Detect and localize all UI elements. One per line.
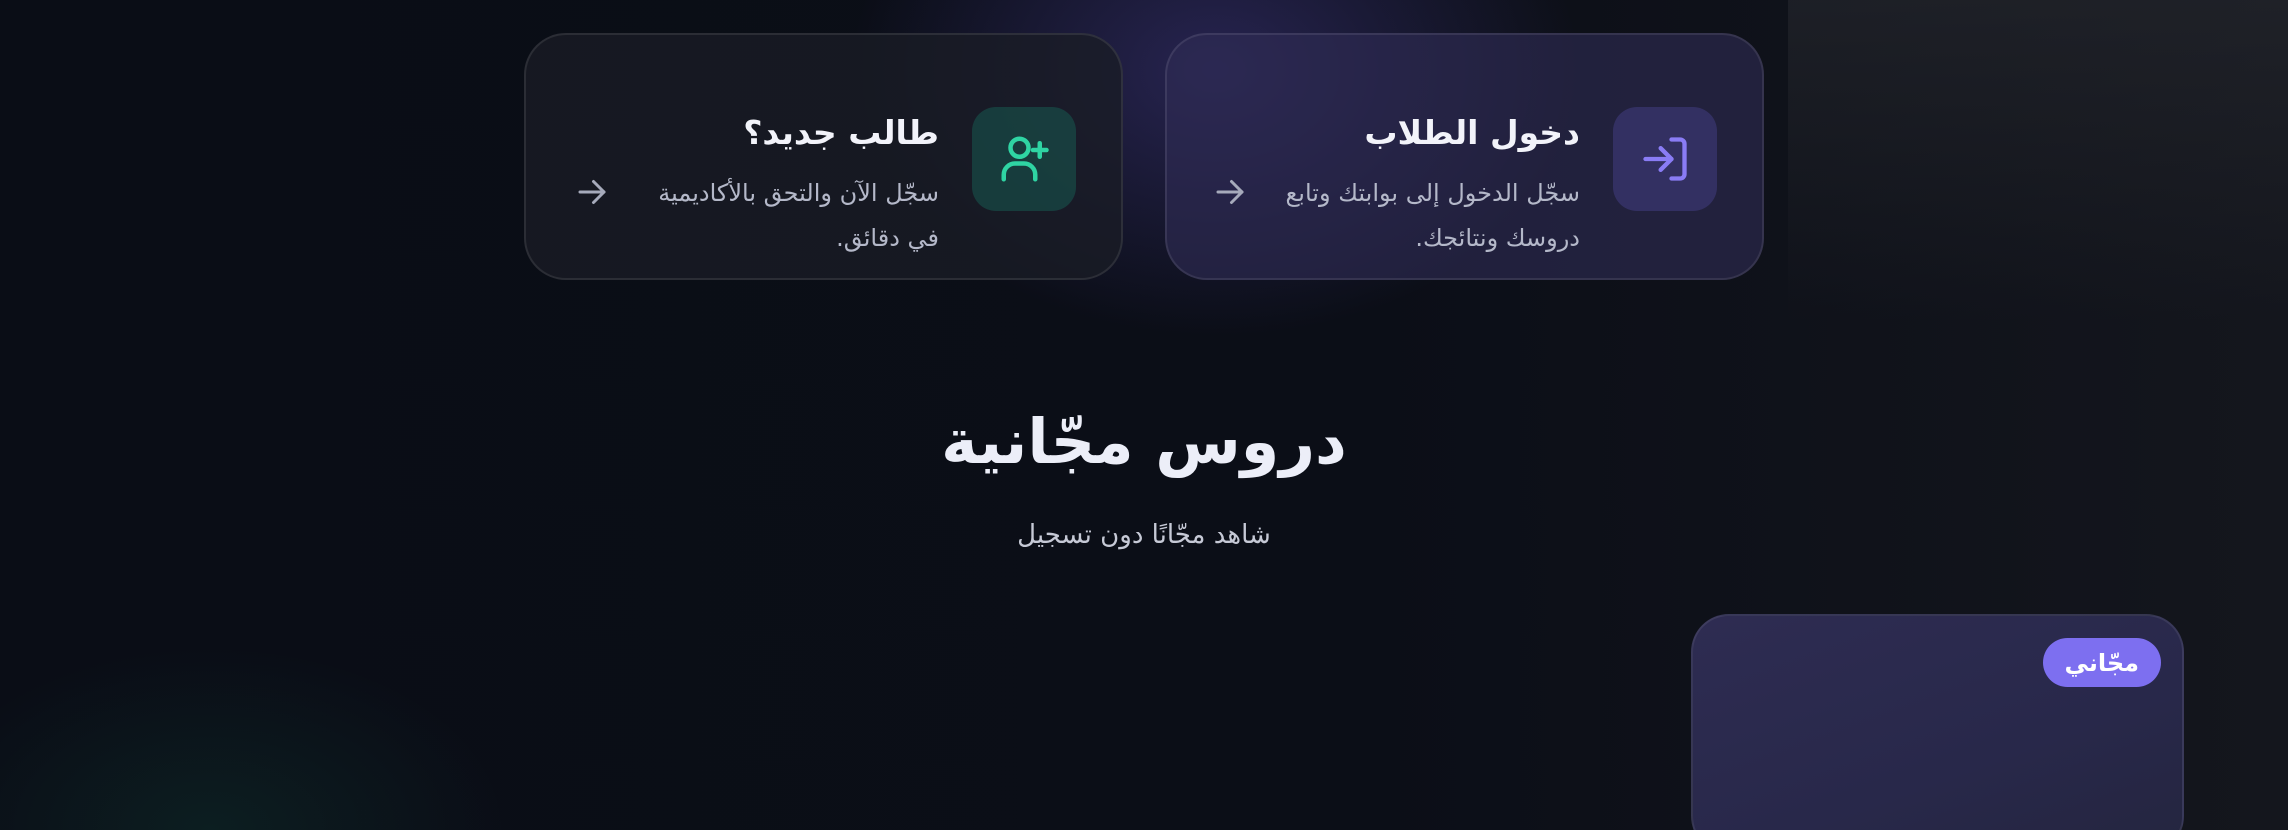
free-lessons-subtitle: شاهد مجّانًا دون تسجيل [1017,520,1271,550]
login-card-text: دخول الطلاب سجّل الدخول إلى بوابتك وتابع… [1280,113,1580,261]
signup-card-title: طالب جديد؟ [743,113,939,152]
free-lesson-card[interactable]: مجّاني [1691,614,2184,830]
new-student-card[interactable]: طالب جديد؟ سجّل الآن والتحق بالأكاديمية … [524,33,1123,280]
user-plus-icon [1001,136,1049,182]
login-icon [1643,137,1687,181]
user-plus-icon-box [972,107,1076,211]
login-card-description: سجّل الدخول إلى بوابتك وتابع دروسك ونتائ… [1285,179,1580,253]
free-lessons-title: دروس مجّانية [941,405,1347,478]
login-card-title: دخول الطلاب [1364,113,1580,152]
free-badge: مجّاني [2042,638,2161,687]
login-icon-box [1613,107,1717,211]
signup-card-description: سجّل الآن والتحق بالأكاديمية في دقائق. [658,179,939,253]
arrow-right-icon[interactable] [574,174,610,210]
signup-card-text: طالب جديد؟ سجّل الآن والتحق بالأكاديمية … [639,113,939,261]
page: دخول الطلاب سجّل الدخول إلى بوابتك وتابع… [0,0,2288,830]
arrow-right-icon[interactable] [1212,174,1248,210]
student-login-card[interactable]: دخول الطلاب سجّل الدخول إلى بوابتك وتابع… [1165,33,1764,280]
